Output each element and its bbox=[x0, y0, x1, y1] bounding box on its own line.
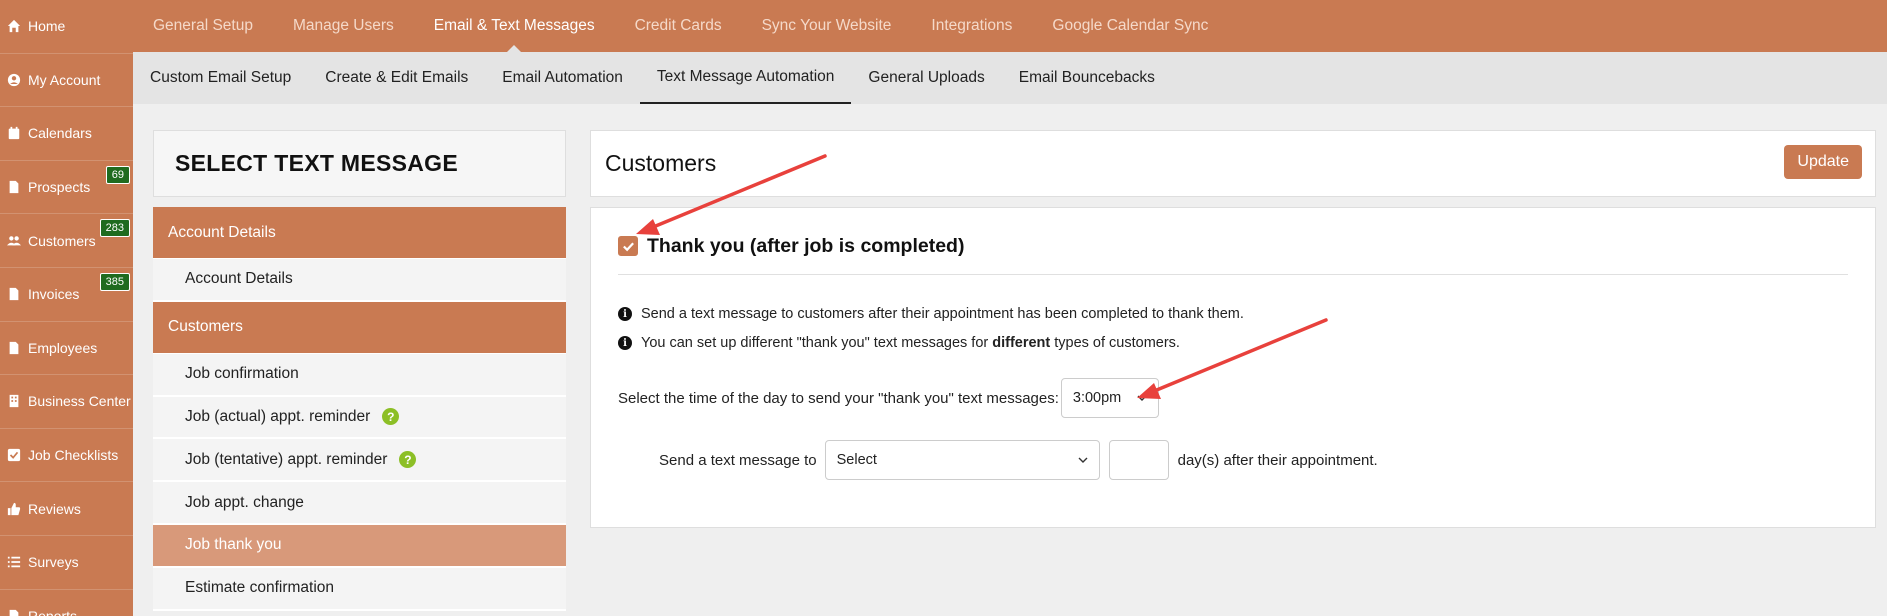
days-input[interactable] bbox=[1108, 440, 1169, 480]
recipient-select-value: Select bbox=[836, 452, 877, 468]
sidebar-item-surveys[interactable]: Surveys bbox=[0, 536, 133, 590]
tab-create-edit-emails[interactable]: Create & Edit Emails bbox=[308, 52, 485, 104]
sidebar-item-my-account[interactable]: My Account bbox=[0, 54, 133, 108]
info-text-pre: You can set up different "thank you" tex… bbox=[641, 335, 989, 351]
tab-custom-email-setup[interactable]: Custom Email Setup bbox=[133, 52, 308, 104]
count-badge: 385 bbox=[99, 272, 130, 291]
document-icon bbox=[6, 287, 22, 301]
sidebar-item-label: Reports bbox=[28, 607, 78, 616]
time-row: Select the time of the day to send your … bbox=[618, 378, 1159, 418]
check-icon bbox=[622, 241, 634, 251]
menu-item-job-tentative-reminder[interactable]: Job (tentative) appt. reminder ? bbox=[153, 439, 566, 483]
count-badge: 69 bbox=[105, 165, 130, 184]
sidebar-item-label: Reviews bbox=[28, 500, 81, 517]
building-icon bbox=[6, 394, 22, 408]
time-label: Select the time of the day to send your … bbox=[618, 389, 1059, 407]
topnav-manage-users[interactable]: Manage Users bbox=[293, 0, 394, 52]
chevron-down-icon bbox=[1137, 395, 1147, 401]
menu-item-label: Job (tentative) appt. reminder bbox=[185, 450, 388, 468]
sidebar-item-label: Business Center bbox=[28, 393, 131, 410]
menu-group-account-details[interactable]: Account Details bbox=[153, 207, 566, 259]
enable-row: Thank you (after job is completed) bbox=[618, 235, 1848, 275]
tab-text-message-automation[interactable]: Text Message Automation bbox=[639, 52, 852, 104]
content-header: Customers Update bbox=[590, 130, 1876, 197]
menu-item-job-appt-change[interactable]: Job appt. change bbox=[153, 482, 566, 525]
check-square-icon bbox=[6, 448, 22, 462]
info-text: Send a text message to customers after t… bbox=[641, 306, 1244, 322]
users-icon bbox=[6, 234, 22, 248]
menu-item-estimate-confirmation[interactable]: Estimate confirmation bbox=[153, 567, 566, 611]
sidebar-item-business-center[interactable]: Business Center bbox=[0, 375, 133, 429]
document-icon bbox=[6, 180, 22, 194]
menu-item-job-actual-reminder[interactable]: Job (actual) appt. reminder ? bbox=[153, 396, 566, 440]
panel-title: SELECT TEXT MESSAGE bbox=[175, 150, 459, 176]
tab-email-bouncebacks[interactable]: Email Bouncebacks bbox=[1002, 52, 1172, 104]
sidebar-item-employees[interactable]: Employees bbox=[0, 322, 133, 376]
topnav-credit-cards[interactable]: Credit Cards bbox=[635, 0, 722, 52]
home-icon bbox=[6, 19, 22, 33]
top-nav: General Setup Manage Users Email & Text … bbox=[133, 0, 1887, 52]
sidebar-item-prospects[interactable]: Prospects 69 bbox=[0, 161, 133, 215]
message-settings-card: Thank you (after job is completed) i Sen… bbox=[590, 207, 1876, 528]
sidebar-item-reviews[interactable]: Reviews bbox=[0, 482, 133, 536]
menu-item-job-thank-you[interactable]: Job thank you bbox=[153, 524, 566, 568]
sidebar-item-label: Home bbox=[28, 18, 66, 35]
sidebar: Home My Account Calendars Prospects 69 C… bbox=[0, 0, 133, 616]
content-title: Customers bbox=[605, 150, 717, 176]
sidebar-item-label: Prospects bbox=[28, 179, 91, 196]
user-circle-icon bbox=[6, 73, 22, 87]
topnav-general-setup[interactable]: General Setup bbox=[153, 0, 253, 52]
sidebar-item-home[interactable]: Home bbox=[0, 0, 133, 54]
topnav-google-calendar-sync[interactable]: Google Calendar Sync bbox=[1052, 0, 1208, 52]
calendar-icon bbox=[6, 126, 22, 140]
send-row: Send a text message to Select day(s) aft… bbox=[659, 440, 1378, 480]
topnav-sync-website[interactable]: Sync Your Website bbox=[762, 0, 892, 52]
sidebar-item-job-checklists[interactable]: Job Checklists bbox=[0, 429, 133, 483]
tab-general-uploads[interactable]: General Uploads bbox=[851, 52, 1001, 104]
info-icon: i bbox=[618, 307, 632, 321]
menu-group-customers[interactable]: Customers bbox=[153, 301, 566, 354]
send-label: Send a text message to bbox=[659, 451, 817, 469]
sidebar-item-label: Surveys bbox=[28, 554, 79, 571]
sub-nav: Custom Email Setup Create & Edit Emails … bbox=[133, 52, 1887, 104]
recipient-select[interactable]: Select bbox=[824, 440, 1100, 480]
list-icon bbox=[6, 555, 22, 569]
sidebar-item-label: Calendars bbox=[28, 125, 92, 142]
topnav-email-text-messages[interactable]: Email & Text Messages bbox=[434, 0, 595, 52]
sidebar-item-label: Employees bbox=[28, 339, 98, 356]
thank-you-checkbox[interactable] bbox=[618, 236, 638, 256]
help-icon[interactable]: ? bbox=[399, 451, 417, 469]
chevron-down-icon bbox=[1078, 457, 1088, 463]
info-line-1: i Send a text message to customers after… bbox=[618, 306, 1244, 322]
info-text-post: types of customers. bbox=[1054, 335, 1180, 351]
checkbox-label: Thank you (after job is completed) bbox=[647, 235, 965, 257]
topnav-integrations[interactable]: Integrations bbox=[931, 0, 1012, 52]
menu-item-label: Job (actual) appt. reminder bbox=[185, 407, 371, 425]
document-icon bbox=[6, 341, 22, 355]
days-suffix: day(s) after their appointment. bbox=[1177, 451, 1378, 469]
update-button[interactable]: Update bbox=[1784, 145, 1862, 179]
time-select[interactable]: 3:00pm bbox=[1060, 378, 1159, 418]
tab-email-automation[interactable]: Email Automation bbox=[485, 52, 640, 104]
help-icon[interactable]: ? bbox=[382, 408, 400, 426]
count-badge: 283 bbox=[99, 219, 130, 238]
menu-item-job-confirmation[interactable]: Job confirmation bbox=[153, 353, 566, 397]
thumbs-up-icon bbox=[6, 502, 22, 516]
info-line-2: i You can set up different "thank you" t… bbox=[618, 335, 1180, 351]
info-icon: i bbox=[618, 336, 632, 350]
time-select-value: 3:00pm bbox=[1072, 390, 1122, 406]
sidebar-item-reports[interactable]: Reports bbox=[0, 590, 133, 616]
sidebar-item-customers[interactable]: Customers 283 bbox=[0, 214, 133, 268]
sidebar-item-label: My Account bbox=[28, 71, 101, 88]
select-text-message-header: SELECT TEXT MESSAGE bbox=[153, 130, 566, 197]
text-message-menu: Account Details Account Details Customer… bbox=[153, 207, 566, 611]
document-icon bbox=[6, 609, 22, 616]
sidebar-item-calendars[interactable]: Calendars bbox=[0, 107, 133, 161]
sidebar-item-label: Invoices bbox=[28, 286, 80, 303]
sidebar-item-label: Customers bbox=[28, 232, 96, 249]
sidebar-item-invoices[interactable]: Invoices 385 bbox=[0, 268, 133, 322]
sidebar-item-label: Job Checklists bbox=[28, 447, 119, 464]
info-text-bold: different bbox=[992, 335, 1051, 351]
menu-item-account-details[interactable]: Account Details bbox=[153, 259, 566, 302]
